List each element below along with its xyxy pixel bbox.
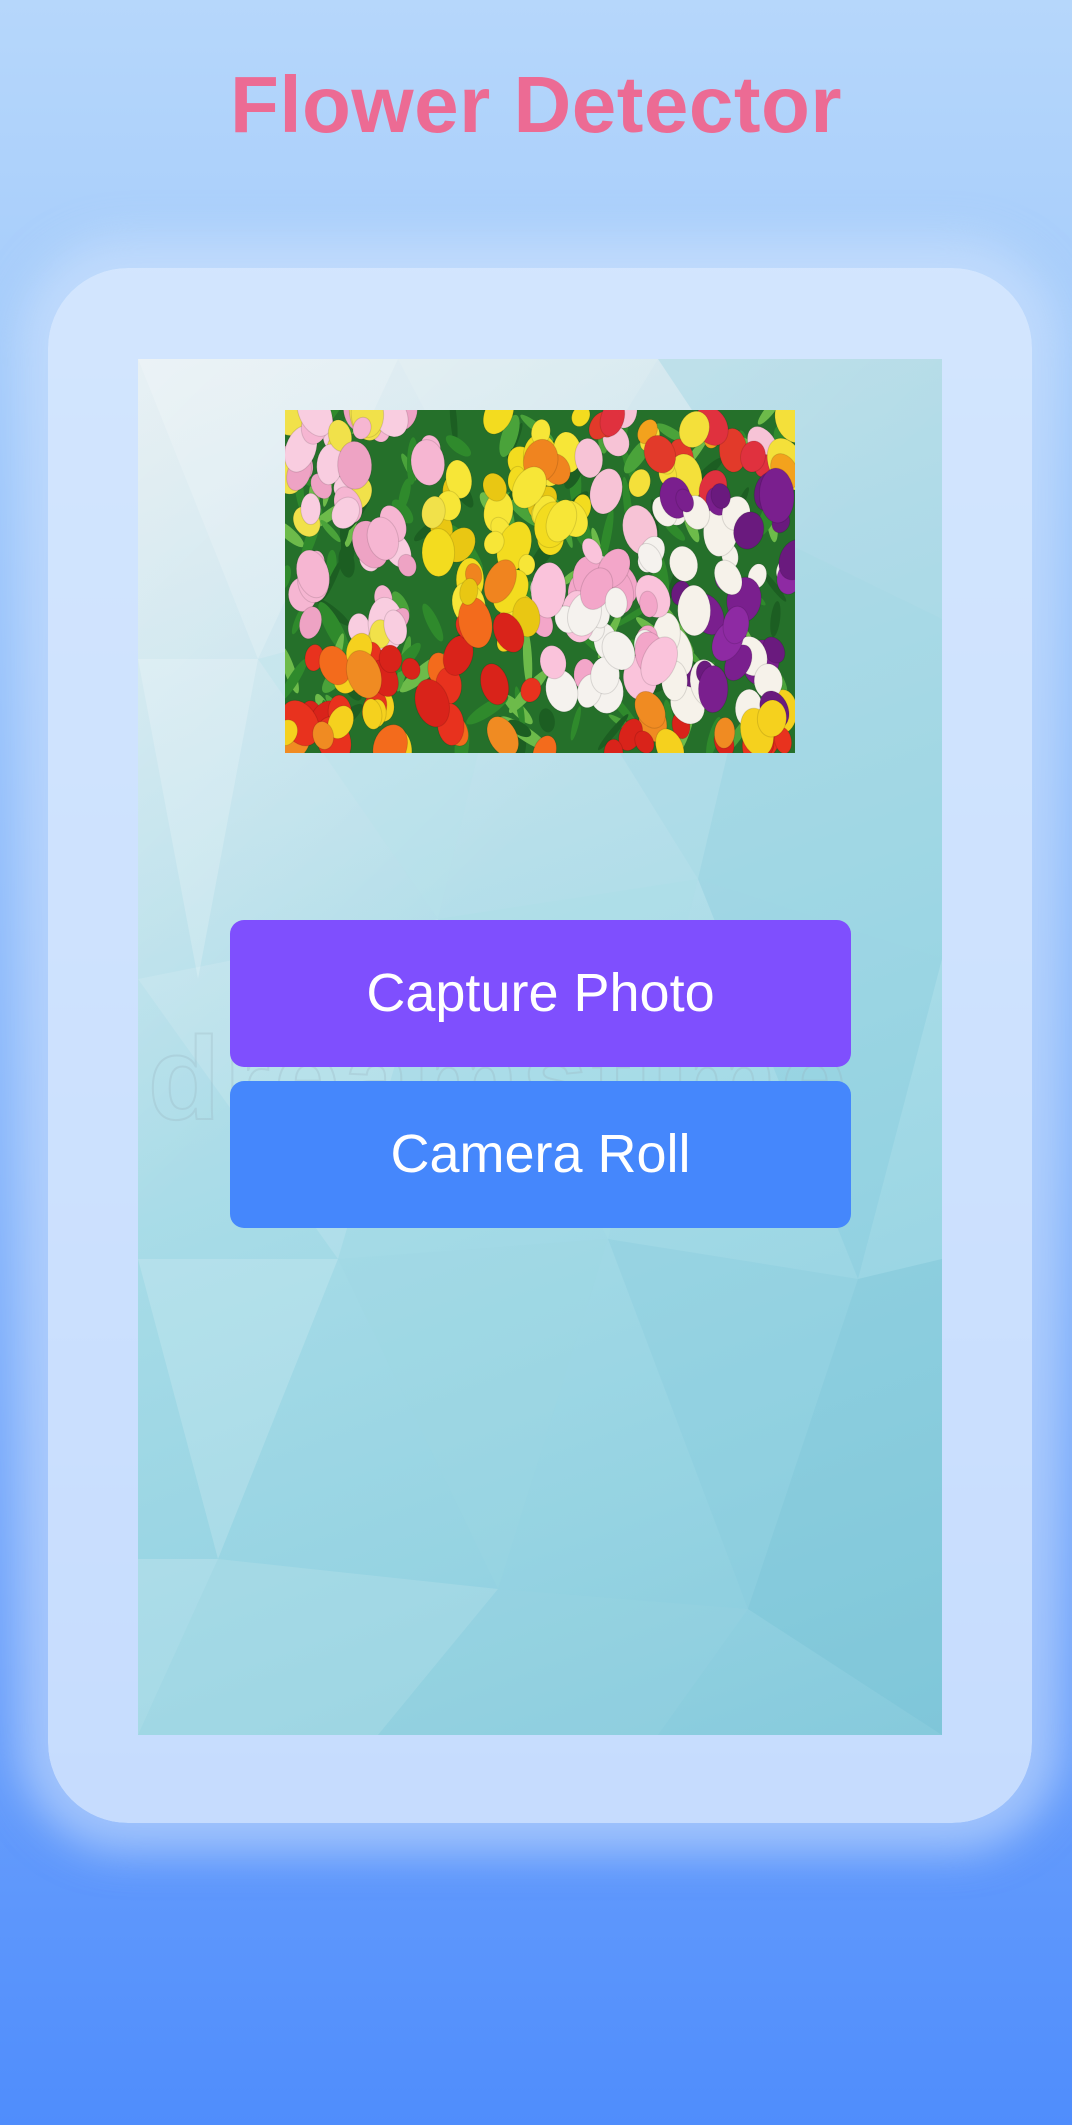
capture-photo-button[interactable]: Capture Photo (230, 920, 851, 1067)
camera-roll-button[interactable]: Camera Roll (230, 1081, 851, 1228)
tulip-bouquet-image (285, 410, 795, 753)
flower-preview-image (285, 410, 795, 753)
app-title: Flower Detector (229, 60, 843, 149)
